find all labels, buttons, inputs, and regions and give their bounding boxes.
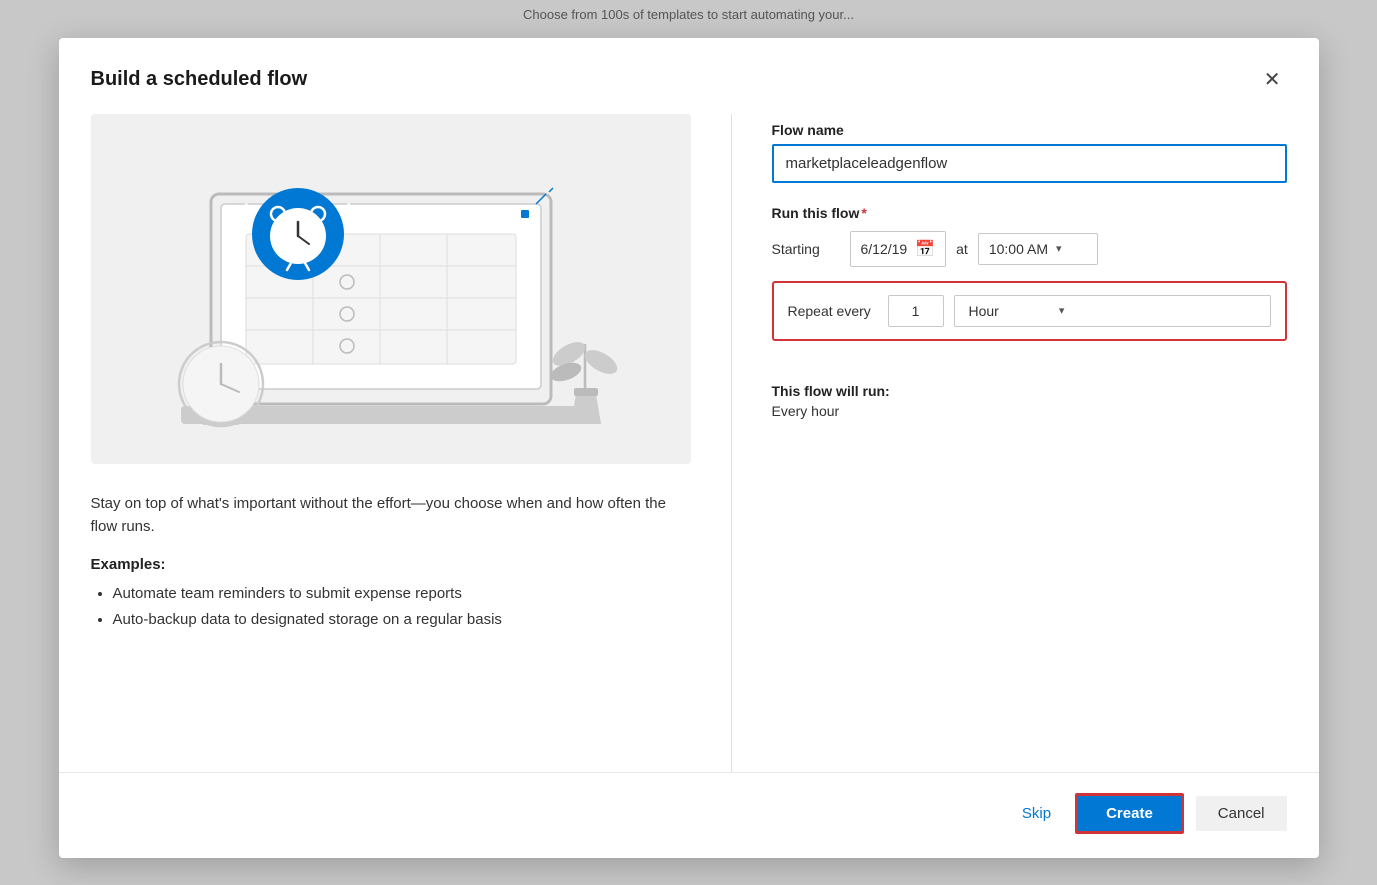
dialog-title: Build a scheduled flow [91,68,308,91]
time-value: 10:00 AM [989,241,1048,257]
illustration [91,114,691,464]
starting-row: Starting 6/12/19 📅 at 10:00 AM ▾ [772,231,1287,267]
repeat-row: Repeat every Hour ▾ [772,281,1287,341]
run-flow-section: Run this flow* Starting 6/12/19 📅 at 10:… [772,205,1287,363]
left-panel: Stay on top of what's important without … [91,114,691,772]
repeat-label: Repeat every [788,303,878,319]
starting-label: Starting [772,241,840,257]
examples-list: Automate team reminders to submit expens… [91,581,691,632]
right-panel: Flow name Run this flow* Starting 6/12/1… [772,114,1287,772]
flow-name-label: Flow name [772,122,1287,138]
at-label: at [956,241,968,257]
top-bar: Choose from 100s of templates to start a… [0,0,1377,28]
cancel-button[interactable]: Cancel [1196,796,1287,831]
dialog-footer: Skip Create Cancel [59,772,1319,858]
time-dropdown[interactable]: 10:00 AM ▾ [978,233,1098,265]
examples-title: Examples: [91,556,691,573]
repeat-unit-chevron-icon: ▾ [1059,304,1065,317]
skip-button[interactable]: Skip [1010,797,1063,830]
calendar-icon: 📅 [915,239,935,259]
date-value: 6/12/19 [861,241,908,257]
time-chevron-icon: ▾ [1056,242,1062,255]
dialog-body: Stay on top of what's important without … [59,94,1319,772]
flow-name-input[interactable] [772,144,1287,183]
run-flow-label: Run this flow* [772,205,1287,221]
vertical-divider [731,114,732,772]
dialog-header: Build a scheduled flow ✕ [59,38,1319,94]
example-item-1: Automate team reminders to submit expens… [113,581,691,607]
this-flow-title: This flow will run: [772,383,1287,399]
repeat-unit-value: Hour [969,303,999,319]
this-flow-section: This flow will run: Every hour [772,383,1287,419]
date-field[interactable]: 6/12/19 📅 [850,231,947,267]
example-item-2: Auto-backup data to designated storage o… [113,607,691,633]
dialog: Build a scheduled flow ✕ [59,38,1319,858]
repeat-unit-dropdown[interactable]: Hour ▾ [954,295,1271,327]
description-text: Stay on top of what's important without … [91,492,691,539]
this-flow-value: Every hour [772,403,1287,419]
close-button[interactable]: ✕ [1258,66,1287,94]
repeat-number-input[interactable] [888,295,944,327]
create-button[interactable]: Create [1075,793,1184,834]
